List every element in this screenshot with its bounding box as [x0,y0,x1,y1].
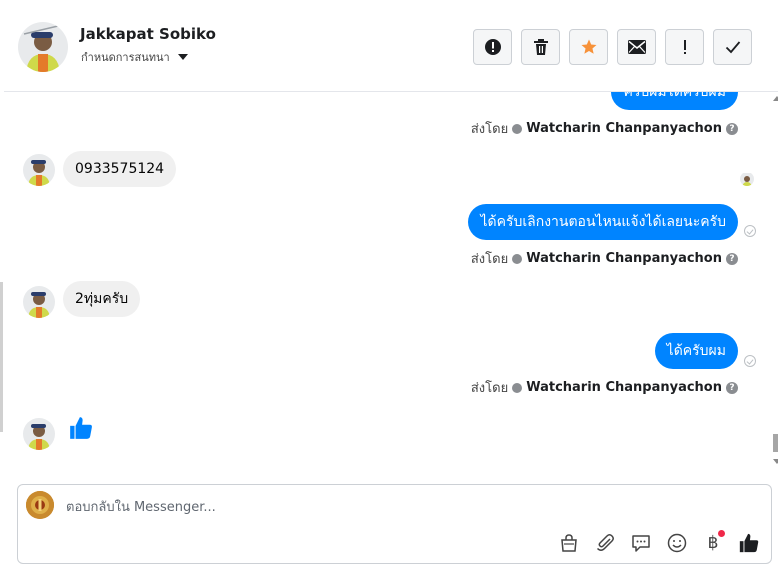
shop-button[interactable] [557,531,581,555]
reply-input[interactable] [66,496,666,518]
conversation-label-dropdown[interactable]: กำหนดการสนทนา [81,48,188,66]
scrollbar-thumb[interactable] [773,434,778,452]
contact-name[interactable]: Jakkapat Sobiko [80,25,216,43]
help-icon[interactable]: ? [726,122,738,135]
exclamation-circle-icon [484,39,501,55]
exclamation-icon [683,40,686,54]
sent-by-prefix: ส่งโดย [470,252,509,267]
help-icon[interactable]: ? [726,381,738,394]
star-icon [581,39,596,54]
scrollbar[interactable] [770,92,778,470]
check-icon [725,41,740,54]
notification-dot [718,530,725,537]
caret-down-icon [177,54,188,60]
incoming-message[interactable]: 2ทุ่มครับ [63,281,141,317]
sent-by-line: ส่งโดย Watcharin Chanpanyachon ? [471,118,738,139]
thumbs-up-icon [70,417,92,439]
contact-avatar[interactable] [18,22,68,72]
contact-avatar-small[interactable] [23,418,55,450]
thumbs-up-icon [739,533,759,553]
incoming-message[interactable]: 0933575124 [63,151,177,187]
outgoing-message[interactable]: ได้ครับผม [654,333,738,369]
mark-unread-button[interactable] [617,29,656,65]
scroll-down-arrow-icon[interactable] [773,459,778,464]
baht-icon: ฿ [707,533,719,553]
incoming-like-message[interactable] [68,415,94,445]
contact-avatar-small[interactable] [23,154,55,186]
panel-edge [0,92,3,470]
conversation-header: Jakkapat Sobiko กำหนดการสนทนา [4,0,778,92]
trash-icon [533,39,548,55]
gear-icon [512,253,523,264]
delete-button[interactable] [521,29,560,65]
shopping-bag-icon [561,534,577,552]
sent-by-prefix: ส่งโดย [470,122,509,137]
outgoing-message[interactable]: ครับผมได้ครับผม [611,92,738,110]
report-button[interactable] [473,29,512,65]
sender-name[interactable]: Watcharin Chanpanyachon [526,380,722,395]
sent-by-prefix: ส่งโดย [470,381,509,396]
seen-avatar [740,172,754,186]
sender-name[interactable]: Watcharin Chanpanyachon [526,121,722,136]
gear-icon [512,382,523,393]
chat-bubble-icon [632,535,650,552]
contact-avatar-small[interactable] [23,286,55,318]
smiley-icon [667,533,687,553]
sender-name[interactable]: Watcharin Chanpanyachon [526,251,722,266]
message-thread[interactable]: ครับผมได้ครับผม ส่งโดย Watcharin Chanpan… [4,92,778,470]
delivered-check-icon [744,355,756,367]
done-button[interactable] [713,29,752,65]
saved-replies-button[interactable] [629,531,653,555]
paperclip-icon [596,534,614,551]
conversation-label-text: กำหนดการสนทนา [81,51,170,64]
outgoing-message[interactable]: ได้ครับเลิกงานตอนไหนแจ้งได้เลยนะครับ [468,204,738,240]
sent-by-line: ส่งโดย Watcharin Chanpanyachon ? [471,248,738,269]
page-avatar [26,491,54,519]
priority-button[interactable] [665,29,704,65]
star-button[interactable] [569,29,608,65]
delivered-check-icon [744,225,756,237]
message-composer: ฿ [17,484,772,564]
send-like-button[interactable] [737,531,761,555]
sent-by-line: ส่งโดย Watcharin Chanpanyachon ? [471,377,738,398]
emoji-button[interactable] [665,531,689,555]
scroll-up-arrow-icon[interactable] [773,96,778,101]
payment-button[interactable]: ฿ [701,530,725,555]
envelope-icon [627,40,646,54]
attach-button[interactable] [593,531,617,555]
help-icon[interactable]: ? [726,252,738,265]
gear-icon [512,123,523,134]
